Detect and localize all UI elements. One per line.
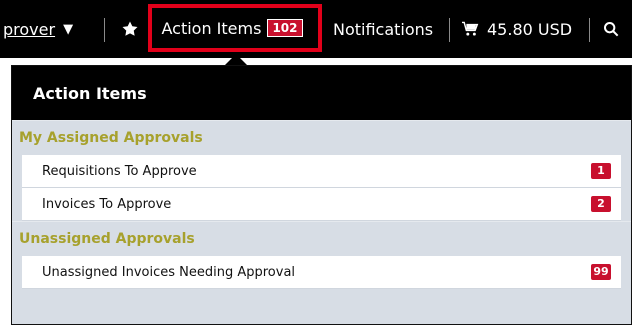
dropdown-pointer [225, 54, 247, 65]
notifications-label: Notifications [333, 19, 434, 39]
cart-button[interactable]: 45.80 USD [461, 0, 572, 58]
notifications-button[interactable]: Notifications [333, 0, 433, 58]
section-title-unassigned-approvals: Unassigned Approvals [12, 221, 631, 256]
count-badge: 2 [591, 196, 611, 212]
action-items-label: Action Items [161, 18, 262, 38]
nav-divider [104, 18, 105, 42]
approver-menu[interactable]: prover ▼ [3, 0, 73, 58]
cart-total: 45.80 USD [487, 19, 573, 39]
list-item-label[interactable]: Requisitions To Approve [42, 164, 197, 179]
section-title-my-assigned-approvals: My Assigned Approvals [12, 120, 631, 155]
search-icon[interactable] [600, 0, 622, 58]
count-badge: 99 [591, 264, 611, 280]
action-items-button[interactable]: Action Items 102 [148, 4, 322, 52]
top-navigation-bar: prover ▼ Action Items 102 Notifications … [0, 0, 632, 58]
list-item-unassigned-invoices[interactable]: Unassigned Invoices Needing Approval 99 [22, 256, 621, 289]
shopping-cart-icon [461, 21, 479, 37]
page-left-edge [0, 60, 10, 329]
nav-divider [589, 18, 590, 42]
chevron-down-icon[interactable]: ▼ [63, 22, 73, 37]
dropdown-title: Action Items [12, 66, 631, 120]
list-item-invoices-to-approve[interactable]: Invoices To Approve 2 [22, 188, 621, 221]
count-badge: 1 [591, 163, 611, 179]
approver-menu-label[interactable]: prover [3, 20, 55, 39]
list-item-label[interactable]: Invoices To Approve [42, 197, 171, 212]
favorites-star-icon[interactable] [118, 0, 142, 58]
action-items-count-badge: 102 [267, 19, 303, 37]
nav-divider [449, 18, 450, 42]
list-item-requisitions-to-approve[interactable]: Requisitions To Approve 1 [22, 155, 621, 188]
action-items-dropdown: Action Items My Assigned Approvals Requi… [11, 65, 632, 325]
list-item-label[interactable]: Unassigned Invoices Needing Approval [42, 265, 295, 280]
